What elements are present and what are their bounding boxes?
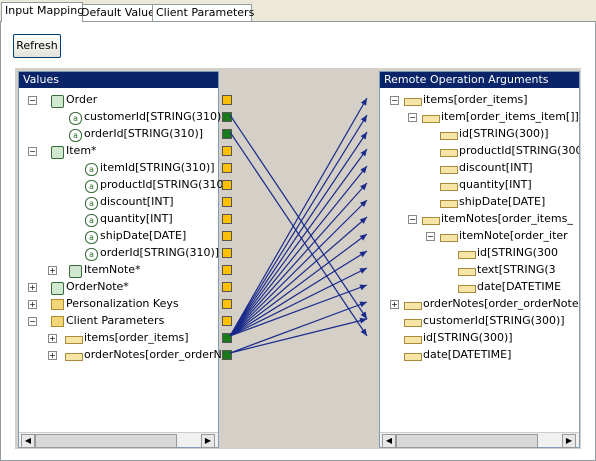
mapping-line xyxy=(229,182,368,337)
arrowhead xyxy=(359,301,367,308)
arrowhead xyxy=(360,115,367,123)
mapping-line xyxy=(229,114,368,337)
arrowhead xyxy=(360,132,367,140)
mapping-line xyxy=(229,250,368,337)
arrowhead xyxy=(359,234,367,241)
mapping-line xyxy=(229,318,368,354)
arrowhead xyxy=(360,311,367,319)
arrowhead xyxy=(359,284,367,291)
mapping-connectors xyxy=(229,97,368,354)
mapping-line xyxy=(229,233,368,337)
arrowhead xyxy=(359,317,367,324)
arrowhead xyxy=(359,251,367,258)
arrowhead xyxy=(360,149,367,157)
arrowhead xyxy=(360,328,367,336)
mapping-line xyxy=(229,97,368,337)
mapping-line xyxy=(229,148,368,337)
mapping-line xyxy=(229,199,368,337)
tab-input-mapping[interactable]: Input Mapping xyxy=(1,2,84,22)
